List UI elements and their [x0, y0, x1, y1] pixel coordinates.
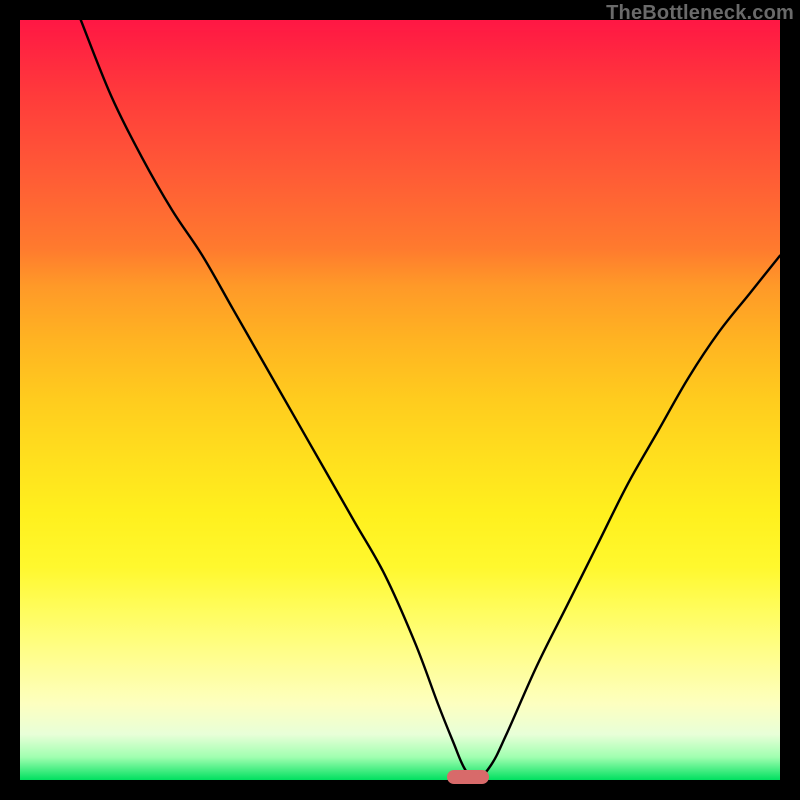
optimum-marker	[447, 770, 489, 784]
chart-container: TheBottleneck.com	[0, 0, 800, 800]
plot-area	[20, 20, 780, 780]
watermark-text: TheBottleneck.com	[606, 2, 794, 25]
